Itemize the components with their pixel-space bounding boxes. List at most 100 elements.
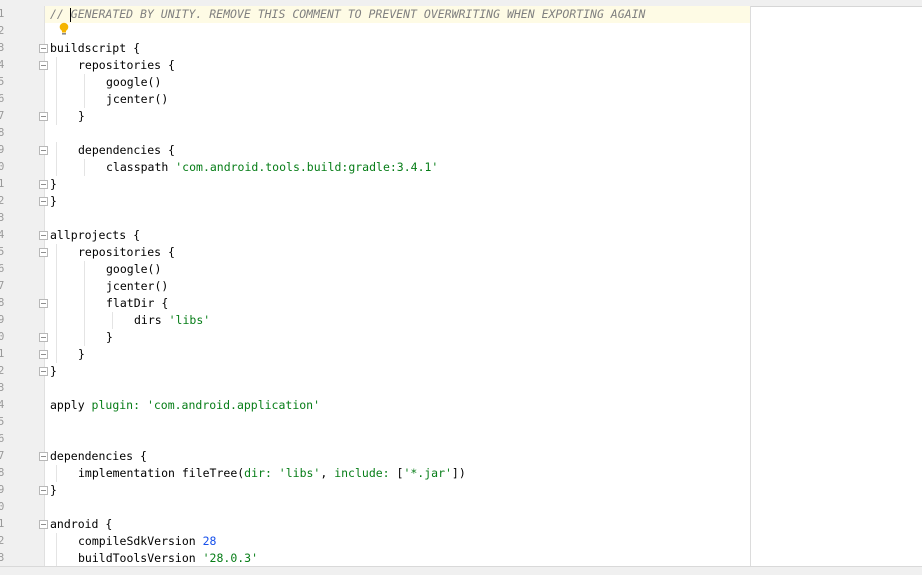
- code-text[interactable]: classpath 'com.android.tools.build:gradl…: [106, 159, 438, 176]
- line-number: 2: [0, 365, 5, 377]
- line-number: 1: [0, 518, 5, 530]
- code-text[interactable]: google(): [106, 74, 161, 91]
- code-line[interactable]: 9}: [0, 482, 922, 499]
- code-text[interactable]: }: [50, 482, 57, 499]
- code-line[interactable]: 6 jcenter(): [0, 91, 922, 108]
- code-line[interactable]: 1 // GENERATED BY UNITY. REMOVE THIS COMM…: [0, 6, 922, 23]
- code-line[interactable]: 3: [0, 380, 922, 397]
- fold-toggle-icon[interactable]: [39, 146, 48, 155]
- code-line[interactable]: 1 android {: [0, 516, 922, 533]
- code-text[interactable]: repositories {: [78, 57, 175, 74]
- code-line[interactable]: 8: [0, 125, 922, 142]
- code-text[interactable]: }: [106, 329, 113, 346]
- code-token: google(): [106, 75, 162, 89]
- code-line[interactable]: 9 dirs 'libs': [0, 312, 922, 329]
- line-number: 4: [0, 59, 5, 71]
- fold-toggle-icon[interactable]: [39, 61, 48, 70]
- code-text[interactable]: jcenter(): [106, 278, 168, 295]
- code-token: 'com.android.tools.build:gradle:3.4.1': [175, 160, 439, 174]
- code-line[interactable]: 7}: [0, 108, 922, 125]
- fold-toggle-icon[interactable]: [39, 112, 48, 121]
- code-line[interactable]: 5 repositories {: [0, 244, 922, 261]
- code-text[interactable]: }: [50, 176, 57, 193]
- code-line[interactable]: 1}: [0, 346, 922, 363]
- fold-toggle-icon[interactable]: [39, 44, 48, 53]
- code-text[interactable]: buildToolsVersion '28.0.3': [78, 550, 258, 566]
- code-text[interactable]: compileSdkVersion 28: [78, 533, 216, 550]
- code-text[interactable]: dirs 'libs': [134, 312, 210, 329]
- line-number: 9: [0, 484, 5, 496]
- code-line[interactable]: 9 dependencies {: [0, 142, 922, 159]
- code-text[interactable]: flatDir {: [106, 295, 168, 312]
- code-line[interactable]: 0: [0, 499, 922, 516]
- fold-toggle-icon[interactable]: [39, 486, 48, 495]
- line-number: 7: [0, 280, 5, 292]
- code-line[interactable]: 0}: [0, 329, 922, 346]
- code-text[interactable]: jcenter(): [106, 91, 168, 108]
- code-line[interactable]: 7 jcenter(): [0, 278, 922, 295]
- code-text[interactable]: dependencies {: [78, 142, 175, 159]
- code-text[interactable]: }: [50, 193, 57, 210]
- indent-guide: [56, 346, 57, 363]
- code-line[interactable]: 3: [0, 210, 922, 227]
- code-text[interactable]: buildscript {: [50, 40, 140, 57]
- code-line[interactable]: 5: [0, 414, 922, 431]
- line-number: 9: [0, 314, 5, 326]
- fold-toggle-icon[interactable]: [39, 333, 48, 342]
- code-line[interactable]: 6 google(): [0, 261, 922, 278]
- code-line[interactable]: 1}: [0, 176, 922, 193]
- fold-toggle-icon[interactable]: [39, 180, 48, 189]
- fold-toggle-icon[interactable]: [39, 520, 48, 529]
- code-line[interactable]: 4 apply plugin: 'com.android.application': [0, 397, 922, 414]
- code-text[interactable]: }: [50, 363, 57, 380]
- code-line[interactable]: 2}: [0, 193, 922, 210]
- fold-toggle-icon[interactable]: [39, 299, 48, 308]
- code-line[interactable]: 2}: [0, 363, 922, 380]
- code-text[interactable]: apply plugin: 'com.android.application': [50, 397, 320, 414]
- fold-toggle-icon[interactable]: [39, 367, 48, 376]
- indent-guide: [56, 57, 57, 74]
- code-line[interactable]: 8 implementation fileTree(dir: 'libs', in…: [0, 465, 922, 482]
- code-text[interactable]: allprojects {: [50, 227, 140, 244]
- fold-toggle-icon[interactable]: [39, 231, 48, 240]
- code-line[interactable]: 8 flatDir {: [0, 295, 922, 312]
- code-text[interactable]: }: [78, 108, 85, 125]
- line-number: 6: [0, 93, 5, 105]
- code-text[interactable]: }: [78, 346, 85, 363]
- line-number: 2: [0, 535, 5, 547]
- fold-toggle-icon[interactable]: [39, 248, 48, 257]
- lightbulb-icon[interactable]: [58, 22, 70, 36]
- fold-toggle-icon[interactable]: [39, 197, 48, 206]
- code-token: dirs: [134, 313, 169, 327]
- code-line[interactable]: 3 buildToolsVersion '28.0.3': [0, 550, 922, 566]
- line-number: 2: [0, 25, 5, 37]
- indent-guide: [84, 74, 85, 91]
- code-line[interactable]: 0 classpath 'com.android.tools.build:grad…: [0, 159, 922, 176]
- code-line[interactable]: 7 dependencies {: [0, 448, 922, 465]
- code-line[interactable]: 2 compileSdkVersion 28: [0, 533, 922, 550]
- code-text[interactable]: android {: [50, 516, 112, 533]
- code-text[interactable]: dependencies {: [50, 448, 147, 465]
- line-number: 1: [0, 348, 5, 360]
- code-text[interactable]: google(): [106, 261, 161, 278]
- code-line[interactable]: 4 allprojects {: [0, 227, 922, 244]
- code-text[interactable]: implementation fileTree(dir: 'libs', inc…: [78, 465, 466, 482]
- code-token: buildscript {: [50, 41, 141, 55]
- fold-toggle-icon[interactable]: [39, 452, 48, 461]
- code-text[interactable]: // GENERATED BY UNITY. REMOVE THIS COMME…: [50, 6, 645, 23]
- code-line[interactable]: 3 buildscript {: [0, 40, 922, 57]
- code-line[interactable]: 5 google(): [0, 74, 922, 91]
- indent-guide: [56, 329, 57, 346]
- code-token: allprojects {: [50, 228, 141, 242]
- code-token: flatDir {: [106, 296, 169, 310]
- indent-guide: [84, 91, 85, 108]
- code-line[interactable]: 4 repositories {: [0, 57, 922, 74]
- code-token: jcenter(): [106, 279, 169, 293]
- code-line[interactable]: 2: [0, 23, 922, 40]
- code-editor[interactable]: 1 // GENERATED BY UNITY. REMOVE THIS COMM…: [0, 0, 922, 566]
- code-text[interactable]: repositories {: [78, 244, 175, 261]
- fold-toggle-icon[interactable]: [39, 350, 48, 359]
- indent-guide: [56, 278, 57, 295]
- code-line[interactable]: 6: [0, 431, 922, 448]
- indent-guide: [84, 159, 85, 176]
